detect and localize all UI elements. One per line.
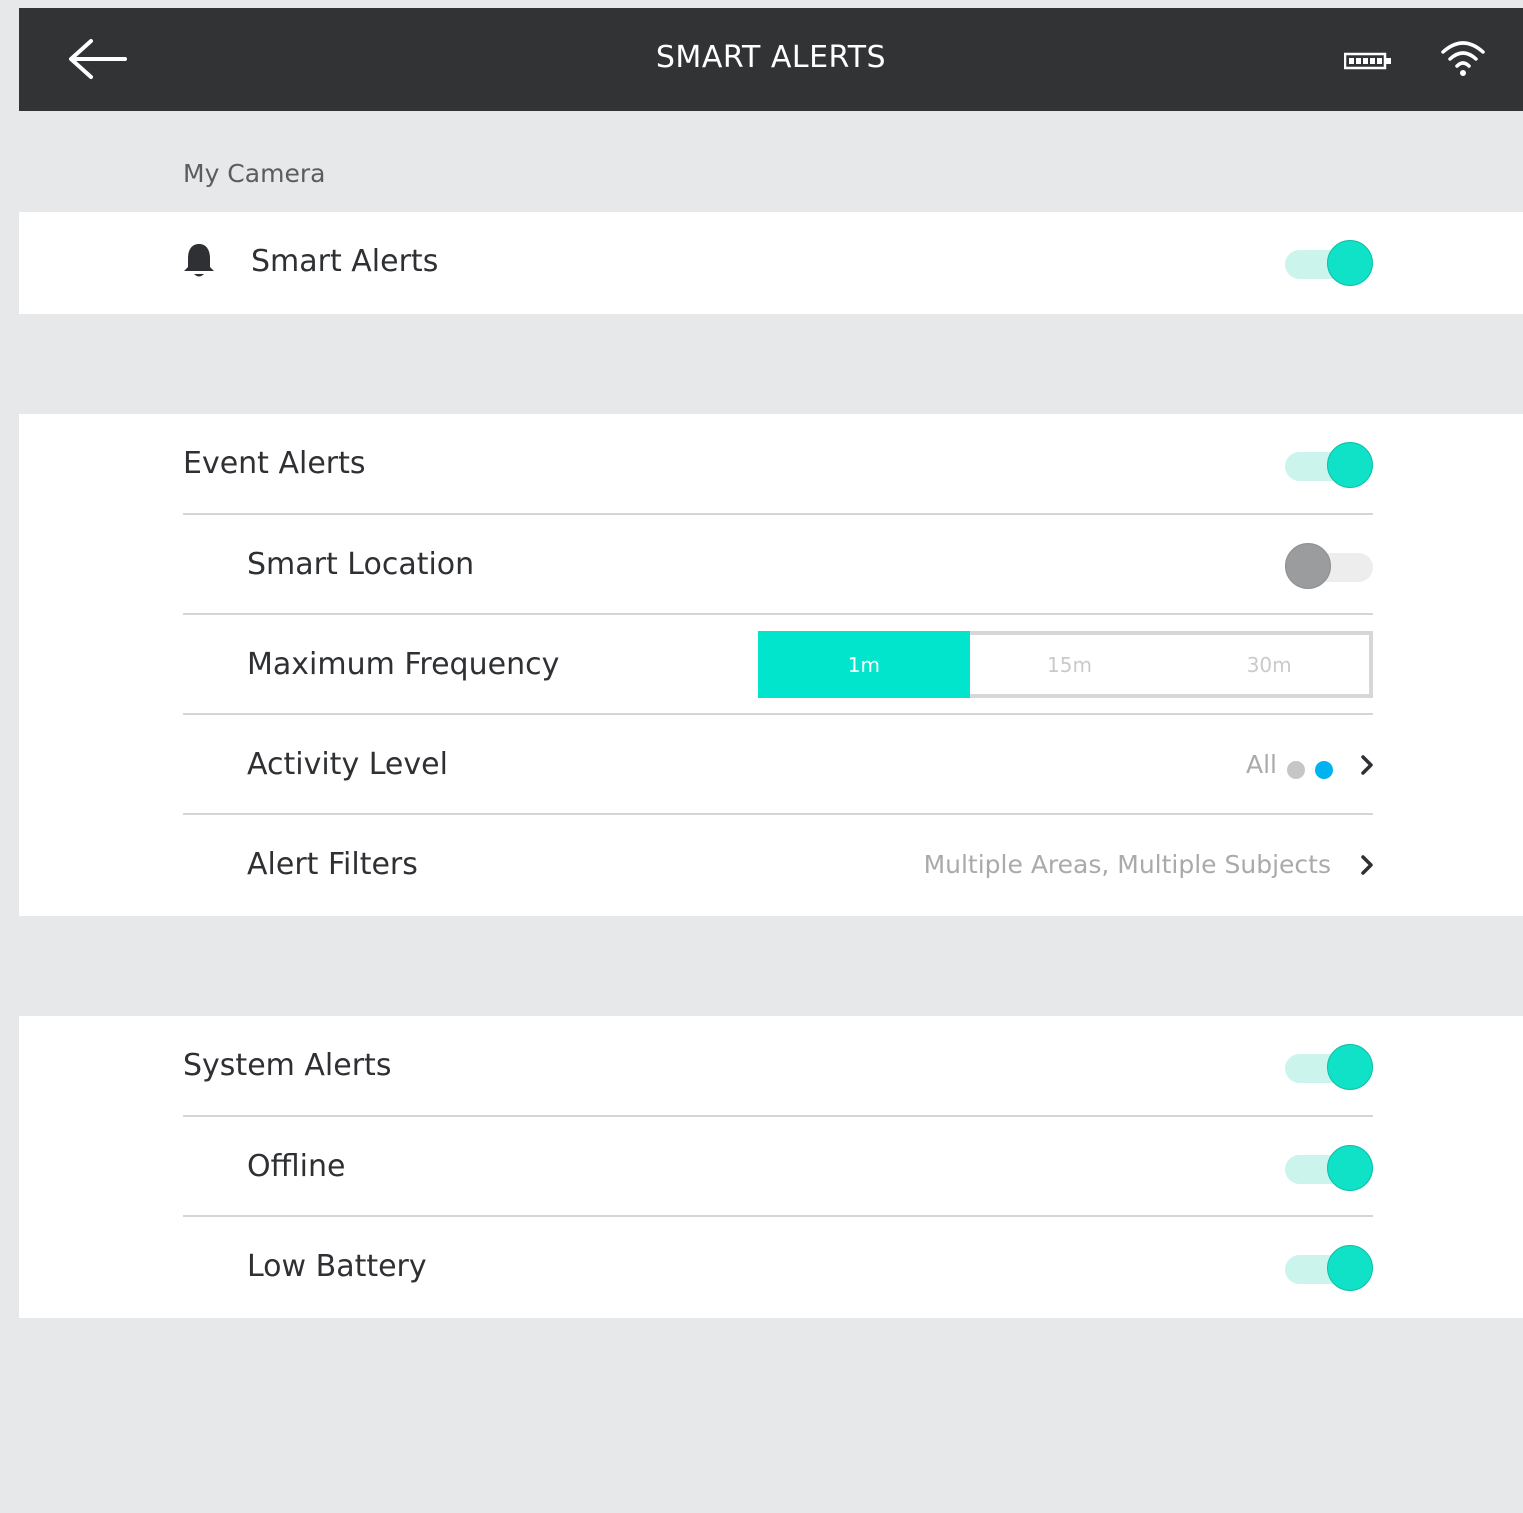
offline-toggle[interactable]	[1285, 1145, 1373, 1193]
alert-filters-value: Multiple Areas, Multiple Subjects	[923, 850, 1331, 879]
maximum-frequency-row: Maximum Frequency 1m 15m 30m	[183, 613, 1373, 715]
smart-alerts-toggle[interactable]	[1285, 240, 1373, 288]
toggle-knob	[1327, 1245, 1373, 1291]
wifi-icon	[1441, 41, 1485, 76]
system-alerts-label: System Alerts	[183, 1048, 392, 1083]
toggle-knob	[1327, 1145, 1373, 1191]
toggle-knob	[1327, 240, 1373, 286]
low-battery-label: Low Battery	[247, 1249, 427, 1284]
activity-level-row[interactable]: Activity Level All	[183, 713, 1373, 815]
frequency-option-1m[interactable]: 1m	[758, 631, 970, 698]
system-alerts-toggle[interactable]	[1285, 1044, 1373, 1092]
frequency-option-30m[interactable]: 30m	[1169, 635, 1369, 694]
toggle-knob	[1285, 543, 1331, 589]
page-title: SMART ALERTS	[655, 40, 887, 75]
toggle-knob	[1327, 1044, 1373, 1090]
frequency-option-15m[interactable]: 15m	[970, 635, 1170, 694]
smart-location-label: Smart Location	[247, 547, 475, 582]
system-alerts-row: System Alerts	[183, 1016, 1373, 1116]
alert-filters-row[interactable]: Alert Filters Multiple Areas, Multiple S…	[183, 813, 1373, 915]
smart-alerts-label: Smart Alerts	[251, 244, 439, 279]
frequency-segmented-control: 1m 15m 30m	[758, 631, 1373, 698]
activity-dot-inactive	[1287, 761, 1305, 779]
offline-label: Offline	[247, 1149, 346, 1184]
chevron-right-icon[interactable]	[1359, 753, 1375, 777]
top-bar: SMART ALERTS	[19, 8, 1523, 111]
battery-icon	[1344, 52, 1391, 70]
smart-alerts-card: Smart Alerts	[19, 212, 1523, 314]
smart-alerts-row: Smart Alerts	[183, 212, 1373, 312]
activity-level-label: Activity Level	[247, 747, 448, 782]
low-battery-toggle[interactable]	[1285, 1245, 1373, 1293]
activity-level-value: All	[1246, 750, 1277, 779]
event-alerts-card: Event Alerts Smart Location Maximum Freq…	[19, 414, 1523, 916]
bell-icon	[184, 244, 214, 277]
smart-location-toggle[interactable]	[1285, 543, 1373, 591]
event-alerts-label: Event Alerts	[183, 446, 366, 481]
event-alerts-row: Event Alerts	[183, 414, 1373, 514]
section-label: My Camera	[183, 159, 326, 188]
toggle-knob	[1327, 442, 1373, 488]
app-frame: SMART ALERTS My Camera Smart Alerts Even…	[19, 8, 1523, 1513]
chevron-right-icon[interactable]	[1359, 853, 1375, 877]
activity-dot-active	[1315, 761, 1333, 779]
smart-location-row: Smart Location	[183, 513, 1373, 615]
offline-row: Offline	[183, 1115, 1373, 1217]
system-alerts-card: System Alerts Offline Low Battery	[19, 1016, 1523, 1318]
alert-filters-label: Alert Filters	[247, 847, 418, 882]
event-alerts-toggle[interactable]	[1285, 442, 1373, 490]
low-battery-row: Low Battery	[183, 1215, 1373, 1317]
maximum-frequency-label: Maximum Frequency	[247, 647, 560, 682]
